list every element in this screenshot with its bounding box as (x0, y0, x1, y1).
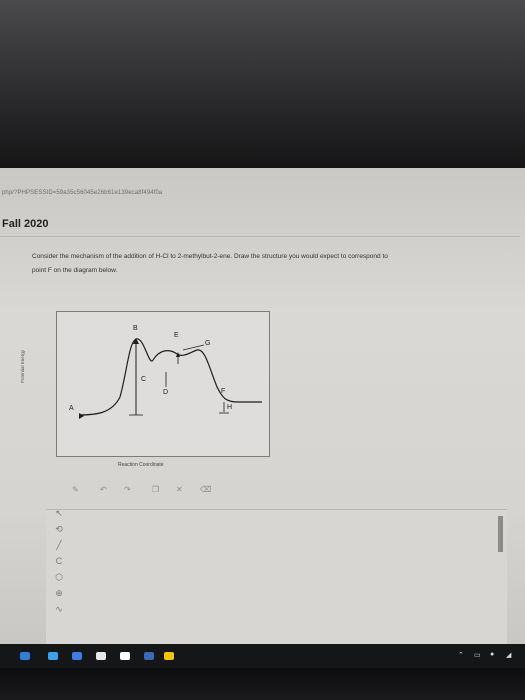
energy-diagram: A B C D E G F H (56, 311, 270, 457)
pen-icon[interactable]: ✎ (72, 485, 79, 494)
volume-icon[interactable]: ◢ (506, 651, 511, 659)
question-text: Consider the mechanism of the addition o… (32, 250, 512, 278)
edge-icon[interactable] (48, 652, 58, 660)
monitor-bezel-top (0, 0, 525, 168)
scrollbar-thumb[interactable] (498, 516, 503, 552)
y-axis-label: Potential Energy (20, 349, 25, 383)
page-divider (0, 236, 520, 237)
question-line-2: point F on the diagram below. (32, 267, 118, 274)
label-d: D (163, 389, 169, 396)
label-f: F (221, 388, 226, 395)
label-a: A (69, 405, 74, 412)
label-e: E (174, 332, 179, 339)
copy-icon[interactable]: ❐ (152, 485, 159, 494)
file-explorer-icon[interactable] (96, 652, 106, 660)
battery-icon[interactable]: ● (490, 651, 494, 658)
energy-diagram-svg (78, 338, 262, 419)
arrow-a-head (79, 413, 84, 419)
question-line-1: Consider the mechanism of the addition o… (32, 253, 388, 260)
tray-chevron-icon[interactable]: ⌃ (458, 651, 464, 659)
undo-icon[interactable]: ↶ (100, 485, 107, 494)
bond-icon[interactable]: ╱ (52, 540, 66, 551)
network-icon[interactable]: ▭ (474, 651, 481, 659)
atom-icon[interactable]: ⊕ (52, 588, 66, 599)
label-h: H (227, 404, 233, 411)
taskbar: ⌃ ▭ ● ◢ (0, 644, 525, 668)
label-g: G (205, 340, 211, 347)
charge-icon[interactable]: ∿ (52, 604, 66, 615)
app-icon[interactable] (164, 652, 174, 660)
delete-icon[interactable]: ✕ (176, 485, 183, 494)
clear-icon[interactable]: ⌫ (200, 485, 211, 494)
browser-icon[interactable] (72, 652, 82, 660)
energy-curve (78, 338, 262, 416)
leader-g (182, 344, 205, 351)
ring-icon[interactable]: ⬡ (52, 572, 66, 583)
page-title: Fall 2020 (2, 218, 49, 230)
lasso-icon[interactable]: ⟲ (52, 524, 66, 535)
start-icon[interactable] (20, 652, 30, 660)
drawing-canvas[interactable] (46, 509, 507, 650)
carbon-chain-icon[interactable]: C (52, 556, 66, 566)
select-icon[interactable]: ↖ (52, 508, 66, 519)
browser-screen: php/?PHPSESSID=59a35c56045e26b61e139eca8… (0, 168, 525, 658)
store-icon[interactable] (120, 652, 130, 660)
label-b: B (133, 325, 138, 332)
mail-icon[interactable] (144, 652, 154, 660)
redo-icon[interactable]: ↷ (124, 485, 131, 494)
x-axis-label: Reaction Coordinate (118, 462, 164, 468)
drawing-toolbar: ✎ ↶ ↷ ❐ ✕ ⌫ (72, 485, 232, 499)
monitor-bezel-bottom (0, 668, 525, 700)
label-c: C (141, 376, 147, 383)
url-bar[interactable]: php/?PHPSESSID=59a35c56045e26b61e139eca8… (0, 190, 302, 202)
